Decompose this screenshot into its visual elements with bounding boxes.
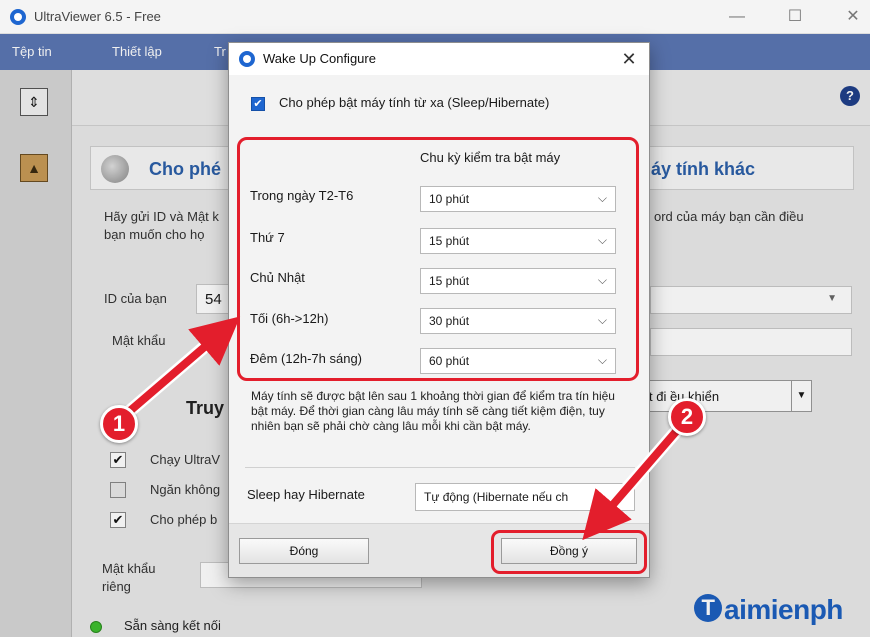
sleep-mode-label: Sleep hay Hibernate bbox=[247, 487, 365, 502]
dialog-close-icon[interactable]: ✕ bbox=[617, 47, 641, 71]
status-indicator-icon bbox=[90, 621, 102, 633]
wake-up-configure-dialog: Wake Up Configure ✕ ✔ Cho phép bật máy t… bbox=[228, 42, 650, 578]
instructions-right: ord của máy bạn cần điều bbox=[654, 209, 804, 224]
password-label: Mật khẩu bbox=[112, 333, 166, 348]
access-section-label: Truy bbox=[186, 398, 225, 418]
ok-button[interactable]: Đồng ý bbox=[501, 538, 637, 564]
dialog-logo-icon bbox=[239, 51, 255, 67]
partner-id-dropdown-icon: ▼ bbox=[827, 293, 837, 304]
dialog-divider bbox=[245, 467, 635, 468]
header-text-left: Cho phé bbox=[149, 159, 221, 179]
minimize-icon[interactable]: — bbox=[722, 6, 752, 28]
wake-schedule-group: Chu kỳ kiểm tra bật máy Trong ngày T2-T6… bbox=[237, 137, 639, 381]
main-window-title: UltraViewer 6.5 - Free bbox=[34, 9, 161, 24]
schedule-select-sunday[interactable]: 15 phút ⌵ bbox=[420, 268, 616, 294]
instructions-line-2: bạn muốn cho họ bbox=[104, 227, 205, 242]
sleep-mode-value: Tự động (Hibernate nếu ch bbox=[424, 490, 569, 504]
your-id-field: 54 bbox=[196, 284, 230, 314]
schedule-select-evening[interactable]: 30 phút ⌵ bbox=[420, 308, 616, 334]
main-sidebar: ⇕ ▲ bbox=[0, 70, 72, 637]
maximize-icon[interactable]: ☐ bbox=[780, 6, 810, 28]
help-icon[interactable]: ? bbox=[840, 86, 860, 106]
connect-tab-icon[interactable]: ⇕ bbox=[20, 88, 48, 116]
your-id-label: ID của bạn bbox=[104, 291, 167, 306]
dialog-title: Wake Up Configure bbox=[263, 51, 376, 66]
wake-info-text: Máy tính sẽ được bật lên sau 1 khoảng th… bbox=[251, 389, 615, 433]
schedule-select-saturday[interactable]: 15 phút ⌵ bbox=[420, 228, 616, 254]
menu-file[interactable]: Tệp tin bbox=[12, 44, 52, 59]
option-label-3: Cho phép b bbox=[150, 512, 218, 527]
private-password-label-line-2: riêng bbox=[102, 579, 131, 594]
header-text-right: áy tính khác bbox=[651, 159, 756, 179]
close-button[interactable]: Đóng bbox=[239, 538, 369, 564]
schedule-label-sunday: Chủ Nhật bbox=[250, 270, 305, 285]
option-check-2[interactable] bbox=[110, 482, 126, 498]
site-watermark: Taimienph bbox=[694, 594, 843, 626]
step-badge-2: 2 bbox=[668, 398, 706, 436]
chevron-down-icon: ⌵ bbox=[597, 233, 607, 247]
menu-settings[interactable]: Thiết lập bbox=[112, 44, 162, 59]
option-check-3[interactable]: ✔ bbox=[110, 512, 126, 528]
step-badge-1: 1 bbox=[100, 405, 138, 443]
option-label-2: Ngăn không bbox=[150, 482, 221, 497]
schedule-header: Chu kỳ kiểm tra bật máy bbox=[420, 150, 561, 165]
menu-third[interactable]: Tr bbox=[214, 44, 226, 59]
your-id-value: 54 bbox=[205, 291, 222, 308]
schedule-label-night: Đêm (12h-7h sáng) bbox=[250, 351, 362, 366]
chevron-down-icon: ⌵ bbox=[597, 353, 607, 367]
chevron-down-icon: ⌵ bbox=[597, 191, 607, 205]
main-titlebar: UltraViewer 6.5 - Free — ☐ ✕ bbox=[0, 0, 870, 34]
control-mode-caret-icon: ▼ bbox=[791, 381, 811, 411]
schedule-label-saturday: Thứ 7 bbox=[250, 230, 285, 245]
instructions-line-1: Hãy gửi ID và Mật k bbox=[104, 209, 219, 224]
watermark-logo-icon: T bbox=[694, 594, 722, 622]
option-check-1[interactable]: ✔ bbox=[110, 452, 126, 468]
partner-id-field[interactable]: ▼ bbox=[650, 286, 852, 314]
schedule-value-saturday: 15 phút bbox=[429, 234, 470, 248]
contacts-tab-icon[interactable]: ▲ bbox=[20, 154, 48, 182]
chevron-down-icon: ⌵ bbox=[597, 273, 607, 287]
ultraviewer-logo-icon bbox=[10, 9, 26, 25]
chevron-down-icon: ⌵ bbox=[597, 313, 607, 327]
option-label-1: Chạy UltraV bbox=[150, 452, 221, 467]
close-window-icon[interactable]: ✕ bbox=[838, 6, 868, 28]
allow-remote-wake-label: Cho phép bật máy tính từ xa (Sleep/Hiber… bbox=[279, 95, 550, 110]
partner-password-field[interactable] bbox=[650, 328, 852, 356]
watermark-text: aimienph bbox=[724, 594, 843, 625]
allow-remote-wake-checkbox[interactable]: ✔ bbox=[251, 97, 265, 111]
schedule-label-weekday: Trong ngày T2-T6 bbox=[250, 188, 354, 203]
status-text: Sẵn sàng kết nối bbox=[124, 618, 221, 633]
private-password-label-line-1: Mật khẩu bbox=[102, 561, 156, 576]
control-mode-select[interactable]: t đi ều khiển ▼ bbox=[640, 380, 812, 412]
schedule-value-sunday: 15 phút bbox=[429, 274, 470, 288]
dialog-footer: Đóng Đồng ý bbox=[229, 523, 649, 577]
schedule-value-evening: 30 phút bbox=[429, 314, 470, 328]
schedule-value-weekday: 10 phút bbox=[429, 192, 470, 206]
satellite-dish-icon bbox=[101, 155, 129, 183]
schedule-select-weekday[interactable]: 10 phút ⌵ bbox=[420, 186, 616, 212]
dialog-titlebar: Wake Up Configure ✕ bbox=[229, 43, 649, 75]
schedule-label-evening: Tối (6h->12h) bbox=[250, 311, 329, 326]
sleep-mode-select[interactable]: Tự động (Hibernate nếu ch bbox=[415, 483, 635, 511]
schedule-value-night: 60 phút bbox=[429, 354, 470, 368]
schedule-select-night[interactable]: 60 phút ⌵ bbox=[420, 348, 616, 374]
